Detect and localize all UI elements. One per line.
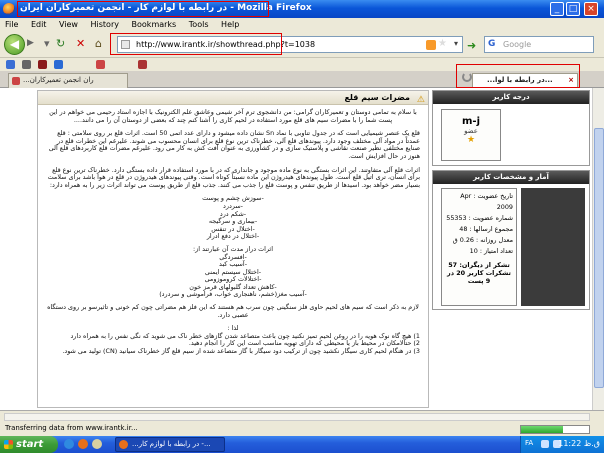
bookmark-icon[interactable] bbox=[6, 60, 15, 69]
back-button[interactable]: ◀ bbox=[4, 34, 25, 55]
menu-view[interactable]: View bbox=[54, 18, 83, 31]
menu-bar: File Edit View History Bookmarks Tools H… bbox=[0, 18, 604, 31]
advice-item: 3) در هنگام لحیم کاری سیگار نکشید چون از… bbox=[62, 347, 420, 356]
post-title: مضرات سیم قلع bbox=[344, 93, 410, 102]
post-body: با سلام به تمامی دوستان و تعمیرکاران گرا… bbox=[38, 105, 428, 360]
symptom-list-short: -سوزش چشم و پوست -سردرد -شکم درد -بیماری… bbox=[46, 195, 420, 241]
bookmark-icon[interactable] bbox=[54, 60, 63, 69]
bookmark-icon[interactable] bbox=[38, 60, 47, 69]
post-intro: با سلام به تمامی دوستان و تعمیرکاران گرا… bbox=[49, 108, 417, 124]
taskbar-firefox-window[interactable]: ...در رابطه با لوازم کار -... bbox=[115, 437, 225, 452]
menu-file[interactable]: File bbox=[0, 18, 23, 31]
quicklaunch-desktop-icon[interactable] bbox=[92, 439, 102, 449]
tray-network-icon[interactable] bbox=[541, 440, 549, 448]
post-paragraph: قلع یک عنصر شیمیایی است که در جدول تناوب… bbox=[48, 129, 420, 160]
stat-member-id: شماره عضویت : 55353 bbox=[446, 214, 513, 222]
horizontal-scrollbar[interactable] bbox=[4, 413, 590, 421]
dropdown-history-icon[interactable]: ▾ bbox=[44, 38, 50, 50]
firefox-task-icon bbox=[119, 440, 128, 449]
start-button[interactable]: start bbox=[0, 436, 58, 453]
url-highlight-box bbox=[110, 33, 282, 55]
rank-star-icon: ★ bbox=[466, 135, 476, 145]
user-stats-panel: آمار و مشخصات کاربر تاریخ عضویت : Apr 20… bbox=[432, 170, 590, 310]
favicon-icon bbox=[12, 77, 20, 85]
menu-tools[interactable]: Tools bbox=[184, 18, 214, 31]
maximize-button[interactable]: □ bbox=[566, 2, 580, 16]
forum-post: مضرات سیم قلع ⚠ با سلام به تمامی دوستان … bbox=[37, 90, 429, 408]
tab-label: ...ران انجمن تعمیرکاران bbox=[23, 76, 94, 84]
title-highlight-box bbox=[17, 1, 269, 17]
language-indicator[interactable]: FA bbox=[525, 439, 533, 447]
status-text: Transferring data from www.irantk.ir... bbox=[5, 424, 138, 432]
post-paragraph: اثرات قلع آلی متفاوتند. این اثرات بستگی … bbox=[47, 165, 420, 189]
symptom-list-long: اثرات دراز مدت آن عبارتند از: -افسردگی -… bbox=[46, 245, 420, 299]
bookmark-star-icon[interactable]: ★ bbox=[438, 38, 447, 49]
user-role: عضو bbox=[464, 127, 478, 135]
start-label: start bbox=[16, 439, 44, 450]
warning-icon: ⚠ bbox=[416, 95, 425, 105]
close-button[interactable]: × bbox=[584, 2, 598, 16]
task-label: ...در رابطه با لوازم کار -... bbox=[132, 440, 211, 448]
quicklaunch-ie-icon[interactable] bbox=[64, 439, 74, 449]
bookmark-icon[interactable] bbox=[138, 60, 147, 69]
vertical-scrollbar[interactable] bbox=[592, 88, 604, 410]
reload-icon[interactable]: ↻ bbox=[56, 38, 65, 50]
progress-fill bbox=[521, 426, 564, 433]
stat-join-date: تاریخ عضویت : Apr 2009 bbox=[460, 192, 513, 211]
stat-daily-avg: معدل روزانه : 0.26 ق bbox=[452, 236, 513, 244]
status-bar: Transferring data from www.irantk.ir... bbox=[0, 410, 604, 436]
windows-logo-icon bbox=[4, 440, 13, 449]
system-tray: FA 11:22 ق.ظ bbox=[520, 436, 604, 453]
list-item: -اختلال در دفع ادرار bbox=[206, 232, 260, 241]
username[interactable]: m-j bbox=[442, 116, 500, 127]
tab-forum-home[interactable]: ...ران انجمن تعمیرکاران bbox=[8, 73, 128, 88]
tab-highlight-box bbox=[456, 64, 580, 88]
navigation-toolbar: ◀ ▶ ▾ ↻ ✕ ⌂ http://www.irantk.ir/showthr… bbox=[0, 31, 604, 58]
menu-edit[interactable]: Edit bbox=[26, 18, 52, 31]
menu-history[interactable]: History bbox=[86, 18, 124, 31]
stats-card: تاریخ عضویت : Apr 2009 شماره عضویت : 553… bbox=[441, 188, 517, 306]
bookmark-icon[interactable] bbox=[22, 60, 31, 69]
go-arrow-icon[interactable]: ➜ bbox=[467, 39, 481, 53]
thanks-summary: تشکر از دیگران: 57 تشکرات کاربر 20 در 9 … bbox=[447, 261, 511, 285]
list-item: -آسیب مغز(خشم، ناهنجاری خواب، فراموشی و … bbox=[159, 290, 307, 299]
user-stats-header: آمار و مشخصات کاربر bbox=[433, 171, 589, 184]
windows-taskbar: start ...در رابطه با لوازم کار -... FA 1… bbox=[0, 436, 604, 453]
stop-icon[interactable]: ✕ bbox=[76, 38, 85, 50]
search-box[interactable]: G Google bbox=[484, 36, 594, 53]
stat-post-count: مجموع ارسالها : 48 bbox=[459, 225, 513, 233]
rss-feed-icon[interactable] bbox=[426, 40, 436, 50]
post-header: مضرات سیم قلع ⚠ bbox=[38, 91, 428, 105]
user-card: m-j عضو ★ bbox=[441, 109, 501, 161]
home-icon[interactable]: ⌂ bbox=[95, 38, 102, 50]
post-paragraph: لازم به ذکر است که سیم های لحیم حاوی فلز… bbox=[47, 303, 419, 319]
forward-button[interactable]: ▶ bbox=[27, 38, 39, 50]
firefox-logo-icon bbox=[3, 3, 15, 15]
google-search-icon: G bbox=[488, 39, 496, 49]
user-rank-header: درجه کاربر bbox=[433, 91, 589, 104]
scrollbar-thumb[interactable] bbox=[594, 128, 604, 388]
quicklaunch-firefox-icon[interactable] bbox=[78, 439, 88, 449]
sidebar-decoration bbox=[521, 188, 585, 306]
stat-points: تعداد امتیاز : 10 bbox=[469, 247, 513, 255]
clock: 11:22 ق.ظ bbox=[558, 439, 600, 448]
user-rank-panel: درجه کاربر m-j عضو ★ bbox=[432, 90, 590, 166]
load-progress-bar bbox=[520, 425, 590, 434]
minimize-button[interactable]: _ bbox=[550, 2, 564, 16]
menu-help[interactable]: Help bbox=[216, 18, 244, 31]
url-dropdown-icon[interactable]: ▾ bbox=[454, 39, 458, 48]
bookmark-icon[interactable] bbox=[96, 60, 105, 69]
menu-bookmarks[interactable]: Bookmarks bbox=[127, 18, 182, 31]
search-placeholder[interactable]: Google bbox=[503, 40, 531, 49]
